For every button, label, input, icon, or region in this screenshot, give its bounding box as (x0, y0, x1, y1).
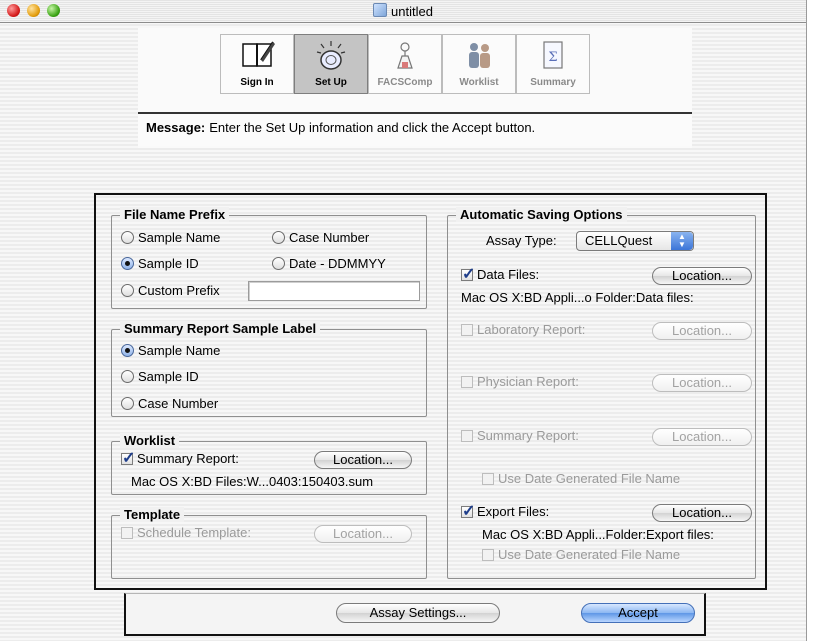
file-name-prefix-group: File Name Prefix Sample Name Case Number… (111, 207, 427, 309)
worklist-path: Mac OS X:BD Files:W...0403:150403.sum (131, 474, 374, 489)
radio-label-sample-name[interactable]: Sample Name (121, 343, 220, 358)
template-group: Template Schedule Template: Location... (111, 507, 427, 579)
popup-arrows-icon: ▲ ▼ (671, 232, 693, 250)
message-bar: Message: Enter the Set Up information and… (138, 112, 692, 146)
svg-text:Σ: Σ (548, 50, 557, 65)
tab-worklist[interactable]: Worklist (442, 34, 516, 94)
laboratory-report-checkbox[interactable]: Laboratory Report: (461, 322, 585, 337)
worklist-group: Worklist Summary Report: Location... Mac… (111, 433, 427, 495)
assay-type-select[interactable]: CELLQuest ▲ ▼ (576, 231, 694, 251)
summary-label-group: Summary Report Sample Label Sample Name … (111, 321, 427, 417)
use-date-file-name-checkbox-2[interactable]: Use Date Generated File Name (482, 547, 680, 562)
tab-sign-in[interactable]: Sign In (220, 34, 294, 94)
radio-label-sample-id[interactable]: Sample ID (121, 369, 199, 384)
tab-set-up[interactable]: Set Up (294, 34, 368, 94)
radio-prefix-sample-id[interactable]: Sample ID (121, 256, 199, 271)
people-icon (457, 40, 501, 72)
tab-summary[interactable]: Σ Summary (516, 34, 590, 94)
summary-report-auto-checkbox[interactable]: Summary Report: (461, 428, 579, 443)
schedule-template-checkbox[interactable]: Schedule Template: (121, 525, 251, 540)
custom-prefix-input[interactable] (248, 281, 420, 301)
data-files-location-button[interactable]: Location... (652, 267, 752, 285)
auto-saving-group: Automatic Saving Options Assay Type: CEL… (447, 207, 756, 579)
window-title: untitled (0, 3, 806, 19)
radio-prefix-custom[interactable]: Custom Prefix (121, 283, 220, 298)
export-files-path: Mac OS X:BD Appli...Folder:Export files: (482, 527, 714, 542)
radio-prefix-date[interactable]: Date - DDMMYY (272, 256, 386, 271)
template-location-button[interactable]: Location... (314, 525, 412, 543)
radio-prefix-case-number[interactable]: Case Number (272, 230, 369, 245)
flask-icon (383, 40, 427, 72)
laboratory-report-location-button[interactable]: Location... (652, 322, 752, 340)
toolbar-panel: Sign In Set Up FACSComp Worklist Σ Summa… (138, 28, 692, 148)
document-icon (373, 3, 388, 17)
setup-light-icon (309, 40, 353, 72)
data-files-path: Mac OS X:BD Appli...o Folder:Data files: (461, 290, 694, 305)
data-files-checkbox[interactable]: Data Files: (461, 264, 539, 284)
physician-report-checkbox[interactable]: Physician Report: (461, 374, 579, 389)
tab-facscomp[interactable]: FACSComp (368, 34, 442, 94)
use-date-file-name-checkbox-1[interactable]: Use Date Generated File Name (482, 471, 680, 486)
setup-form: File Name Prefix Sample Name Case Number… (94, 193, 767, 590)
accept-button[interactable]: Accept (581, 603, 695, 623)
assay-type-label: Assay Type: (486, 233, 557, 248)
physician-report-location-button[interactable]: Location... (652, 374, 752, 392)
notebook-icon (235, 40, 279, 72)
assay-settings-button[interactable]: Assay Settings... (336, 603, 500, 623)
summary-report-location-button[interactable]: Location... (652, 428, 752, 446)
radio-prefix-sample-name[interactable]: Sample Name (121, 230, 220, 245)
worklist-location-button[interactable]: Location... (314, 451, 412, 469)
sigma-document-icon: Σ (531, 40, 575, 72)
footer-bar: Assay Settings... Accept (124, 593, 706, 636)
app-window: untitled Sign In Set Up FACSComp Worklis… (0, 0, 807, 641)
export-files-checkbox[interactable]: Export Files: (461, 501, 549, 521)
export-files-location-button[interactable]: Location... (652, 504, 752, 522)
summary-report-checkbox[interactable]: Summary Report: (121, 448, 239, 468)
title-bar[interactable]: untitled (0, 0, 806, 23)
radio-label-case-number[interactable]: Case Number (121, 396, 218, 411)
